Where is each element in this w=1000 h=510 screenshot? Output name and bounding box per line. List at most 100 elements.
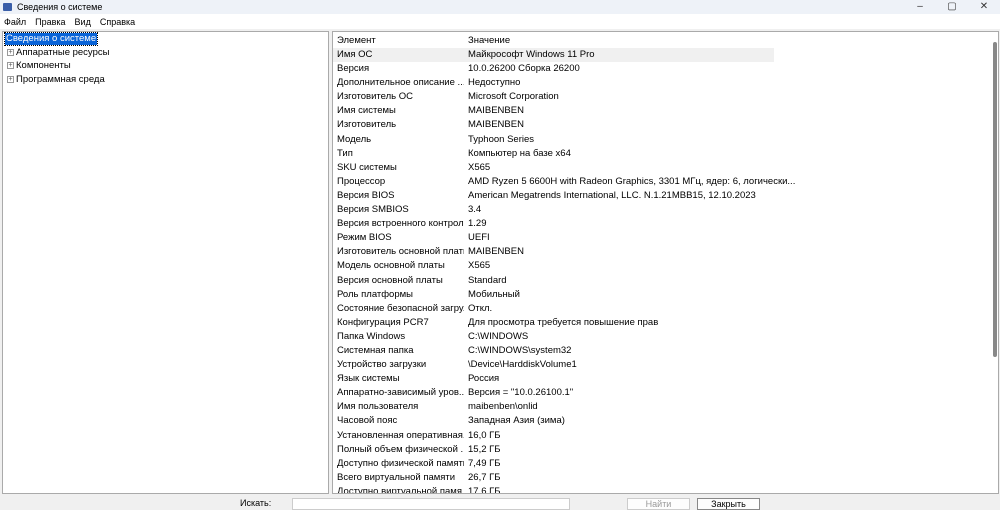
- table-row[interactable]: Устройство загрузки \Device\HarddiskVolum…: [333, 358, 998, 372]
- item-cell: Имя ОС: [337, 49, 373, 60]
- value-cell: 17,6 ГБ: [468, 485, 501, 494]
- search-input[interactable]: [292, 498, 570, 510]
- details-table: Элемент Значение Имя ОС Майкрософт Window…: [332, 31, 999, 494]
- table-row[interactable]: Тип Компьютер на базе x64: [333, 147, 998, 161]
- expand-icon[interactable]: +: [7, 75, 14, 83]
- item-cell: Модель основной платы: [337, 260, 445, 272]
- item-cell: Аппаратно-зависимый уров...: [337, 387, 464, 399]
- item-cell: Доступно виртуальной памя...: [337, 485, 464, 494]
- tree-item-label: Программная среда: [16, 73, 105, 85]
- item-cell: Установленная оперативная...: [337, 429, 464, 441]
- value-cell: 7,49 ГБ: [468, 457, 501, 469]
- value-cell: Откл.: [468, 302, 493, 314]
- table-row[interactable]: Модель Typhoon Series: [333, 133, 998, 147]
- tree-item-system-summary[interactable]: Сведения о системе: [3, 31, 99, 46]
- item-cell: Дополнительное описание ...: [337, 77, 464, 89]
- item-cell: Доступно физической памяти: [337, 457, 464, 469]
- item-cell: Изготовитель ОС: [337, 91, 413, 103]
- table-row[interactable]: Доступно физической памяти 7,49 ГБ: [333, 457, 998, 471]
- value-cell: Мобильный: [468, 288, 520, 300]
- value-cell: Россия: [468, 373, 500, 385]
- item-cell: Имя пользователя: [337, 401, 419, 413]
- maximize-button[interactable]: ▢: [936, 0, 968, 14]
- item-cell: Язык системы: [337, 373, 400, 385]
- table-row[interactable]: Имя системы MAIBENBEN: [333, 104, 998, 118]
- item-cell: SKU системы: [337, 161, 397, 173]
- find-button[interactable]: Найти: [627, 498, 690, 510]
- tree-item-label: Аппаратные ресурсы: [16, 46, 110, 58]
- menu-help[interactable]: Справка: [100, 17, 135, 27]
- category-tree: Сведения о системе + Аппаратные ресурсы +…: [2, 31, 329, 494]
- tree-item-software[interactable]: + Программная среда: [3, 73, 328, 87]
- table-row[interactable]: Имя ОС Майкрософт Windows 11 Pro: [333, 48, 774, 63]
- item-cell: Устройство загрузки: [337, 359, 427, 371]
- expand-icon[interactable]: +: [7, 48, 14, 56]
- table-header: Элемент Значение: [333, 34, 998, 48]
- vertical-scrollbar[interactable]: [993, 42, 997, 357]
- item-cell: Конфигурация PCR7: [337, 316, 429, 328]
- search-bar: Искать: Найти Закрыть: [0, 496, 1000, 510]
- item-cell: Режим BIOS: [337, 232, 392, 244]
- tree-item-hardware[interactable]: + Аппаратные ресурсы: [3, 46, 328, 60]
- column-header-item[interactable]: Элемент: [333, 34, 464, 48]
- value-cell: C:\WINDOWS: [468, 330, 529, 342]
- value-cell: MAIBENBEN: [468, 119, 524, 131]
- table-row[interactable]: Версия BIOS American Megatrends Internati…: [333, 189, 998, 203]
- table-row[interactable]: Версия SMBIOS 3.4: [333, 203, 998, 217]
- value-cell: 15,2 ГБ: [468, 443, 501, 455]
- table-row[interactable]: Полный объем физической ... 15,2 ГБ: [333, 443, 998, 457]
- table-row[interactable]: Аппаратно-зависимый уров... Версия = "10.…: [333, 386, 998, 400]
- item-cell: Изготовитель: [337, 119, 397, 131]
- table-row[interactable]: Состояние безопасной загру... Откл.: [333, 302, 998, 316]
- table-row[interactable]: Установленная оперативная... 16,0 ГБ: [333, 429, 998, 443]
- value-cell: Майкрософт Windows 11 Pro: [468, 49, 595, 60]
- table-row[interactable]: Имя пользователя maibenben\onlid: [333, 400, 998, 414]
- value-cell: X565: [468, 161, 491, 173]
- value-cell: 16,0 ГБ: [468, 429, 501, 441]
- value-cell: MAIBENBEN: [468, 105, 524, 117]
- table-row[interactable]: Язык системы Россия: [333, 372, 998, 386]
- value-cell: Standard: [468, 274, 507, 286]
- table-row[interactable]: Папка Windows C:\WINDOWS: [333, 330, 998, 344]
- menu-edit[interactable]: Правка: [35, 17, 65, 27]
- table-row[interactable]: Версия встроенного контрол... 1.29: [333, 217, 998, 231]
- menu-view[interactable]: Вид: [75, 17, 91, 27]
- table-row[interactable]: Процессор AMD Ryzen 5 6600H with Radeon G…: [333, 175, 998, 189]
- table-row[interactable]: Часовой пояс Западная Азия (зима): [333, 414, 998, 428]
- value-cell: C:\WINDOWS\system32: [468, 344, 572, 356]
- expand-icon[interactable]: +: [7, 62, 14, 70]
- menu-file[interactable]: Файл: [4, 17, 26, 27]
- menu-bar: Файл Правка Вид Справка: [0, 14, 1000, 29]
- table-row[interactable]: Роль платформы Мобильный: [333, 288, 998, 302]
- value-cell: Для просмотра требуется повышение прав: [468, 316, 659, 328]
- table-row[interactable]: Дополнительное описание ... Недоступно: [333, 76, 998, 90]
- value-cell: Typhoon Series: [468, 133, 535, 145]
- tree-item-components[interactable]: + Компоненты: [3, 59, 328, 73]
- table-row[interactable]: Доступно виртуальной памя... 17,6 ГБ: [333, 485, 998, 494]
- close-window-button[interactable]: ✕: [968, 0, 1000, 14]
- table-row[interactable]: Изготовитель MAIBENBEN: [333, 118, 998, 132]
- item-cell: Процессор: [337, 175, 386, 187]
- column-header-value[interactable]: Значение: [464, 34, 510, 48]
- item-cell: Версия: [337, 63, 370, 75]
- title-bar: Сведения о системе – ▢ ✕: [0, 0, 1000, 14]
- table-row[interactable]: Всего виртуальной памяти 26,7 ГБ: [333, 471, 998, 485]
- table-row[interactable]: Системная папка C:\WINDOWS\system32: [333, 344, 998, 358]
- window-title: Сведения о системе: [17, 2, 103, 12]
- value-cell: American Megatrends International, LLC. …: [468, 189, 756, 201]
- table-row[interactable]: Изготовитель основной платы MAIBENBEN: [333, 245, 998, 259]
- value-cell: Западная Азия (зима): [468, 415, 565, 427]
- value-cell: 26,7 ГБ: [468, 471, 501, 483]
- value-cell: UEFI: [468, 232, 490, 244]
- table-row[interactable]: Конфигурация PCR7 Для просмотра требуется…: [333, 316, 998, 330]
- table-row[interactable]: Модель основной платы X565: [333, 259, 998, 273]
- table-row[interactable]: Изготовитель ОС Microsoft Corporation: [333, 90, 998, 104]
- close-button[interactable]: Закрыть: [697, 498, 760, 510]
- table-row[interactable]: SKU системы X565: [333, 161, 998, 175]
- table-row[interactable]: Режим BIOS UEFI: [333, 231, 998, 245]
- table-row[interactable]: Версия основной платы Standard: [333, 274, 998, 288]
- item-cell: Версия SMBIOS: [337, 204, 409, 216]
- table-row[interactable]: Версия 10.0.26200 Сборка 26200: [333, 62, 998, 76]
- minimize-button[interactable]: –: [904, 0, 936, 14]
- item-cell: Полный объем физической ...: [337, 443, 464, 455]
